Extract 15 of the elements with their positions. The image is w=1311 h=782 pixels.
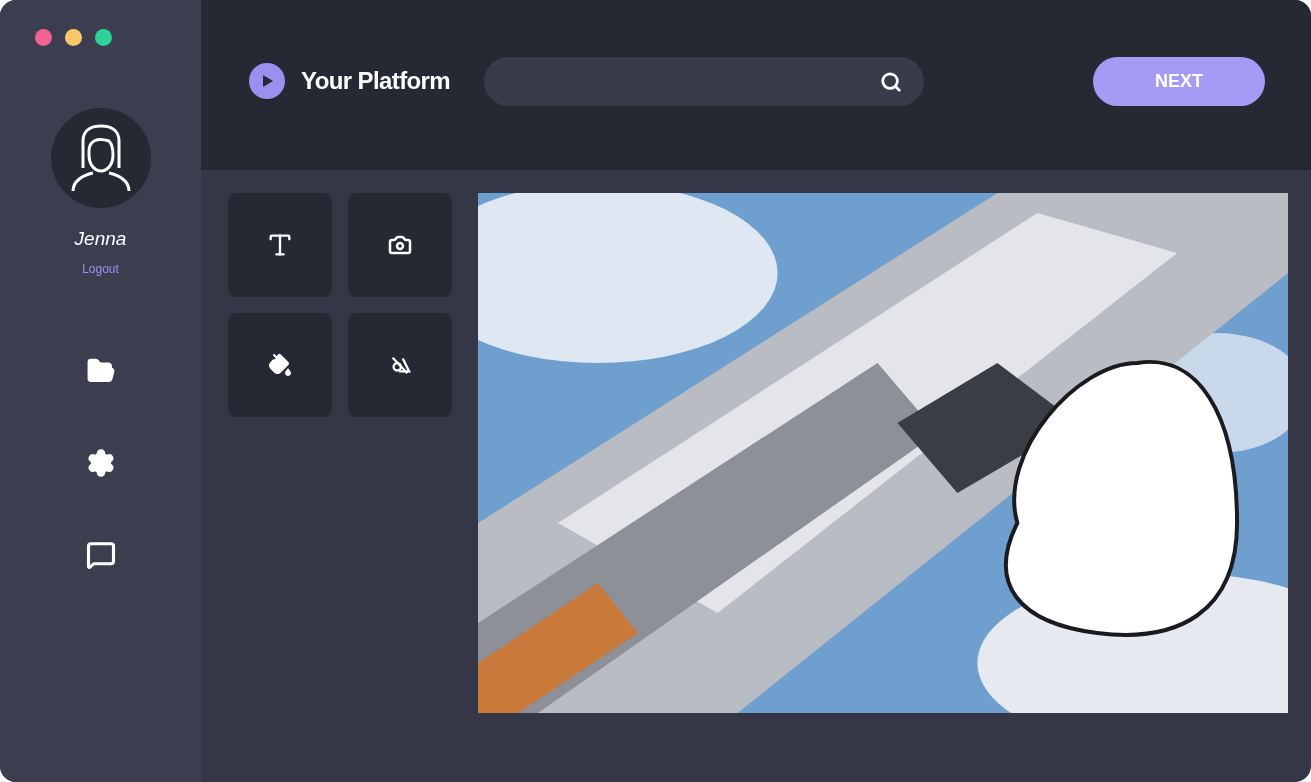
play-logo-icon xyxy=(249,63,285,99)
paint-bucket-icon xyxy=(268,352,292,377)
search-icon[interactable] xyxy=(880,70,903,93)
user-name: Jenna xyxy=(74,227,127,251)
settings-icon[interactable] xyxy=(85,447,116,478)
next-button[interactable]: NEXT xyxy=(1093,57,1265,106)
search-field[interactable] xyxy=(484,57,925,106)
camera-icon xyxy=(387,233,412,257)
window-control[interactable] xyxy=(35,29,52,46)
chat-icon[interactable] xyxy=(85,539,116,570)
window-control[interactable] xyxy=(95,29,112,46)
app-title: Your Platform xyxy=(301,66,451,96)
window-control[interactable] xyxy=(65,29,82,46)
logout-link[interactable]: Logout xyxy=(82,259,119,278)
fill-tool[interactable] xyxy=(228,312,332,417)
